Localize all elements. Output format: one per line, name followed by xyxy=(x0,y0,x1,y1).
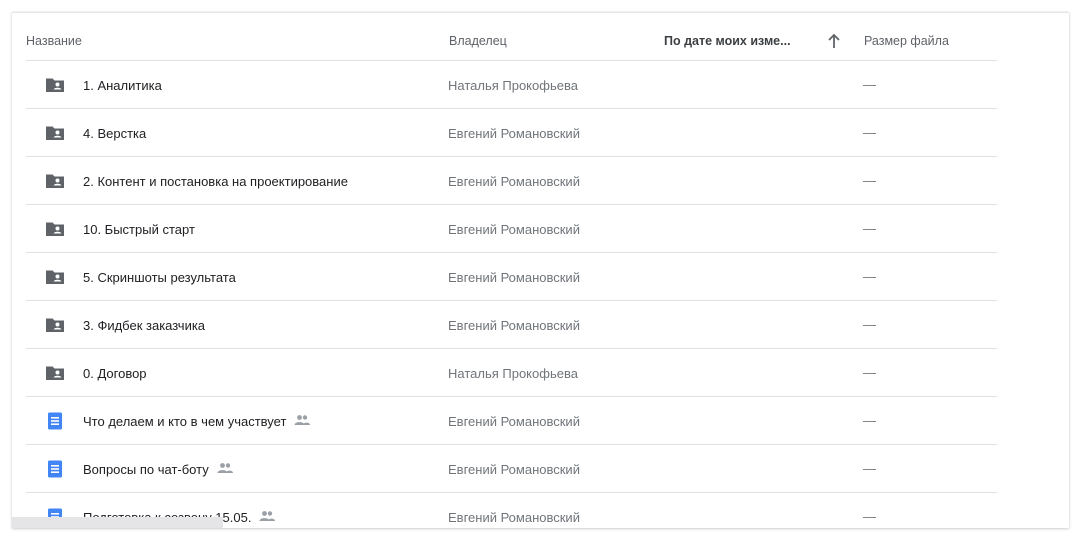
file-list-panel: Название Владелец По дате моих изме... Р… xyxy=(12,12,1069,528)
shared-folder-icon xyxy=(45,363,65,383)
file-row[interactable]: 0. Договор Наталья Прокофьева — xyxy=(26,349,997,397)
file-name[interactable]: 3. Фидбек заказчика xyxy=(83,318,205,333)
file-row[interactable]: Вопросы по чат-боту Евгений Романовский — xyxy=(26,445,997,493)
file-owner: Евгений Романовский xyxy=(448,126,580,141)
shared-people-icon xyxy=(258,507,276,525)
file-name[interactable]: 4. Верстка xyxy=(83,126,146,141)
column-header-size[interactable]: Размер файла xyxy=(864,34,949,48)
file-name[interactable]: 1. Аналитика xyxy=(83,78,162,93)
file-row[interactable]: 1. Аналитика Наталья Прокофьева — xyxy=(26,61,997,109)
shared-folder-icon xyxy=(45,315,65,335)
file-size: — xyxy=(863,413,876,428)
column-header-owner[interactable]: Владелец xyxy=(449,34,507,48)
file-size: — xyxy=(863,509,876,524)
shared-folder-icon xyxy=(45,267,65,287)
shared-folder-icon xyxy=(45,171,65,191)
file-size: — xyxy=(863,173,876,188)
google-doc-icon xyxy=(45,459,65,479)
file-row[interactable]: 4. Верстка Евгений Романовский — xyxy=(26,109,997,157)
file-owner: Евгений Романовский xyxy=(448,414,580,429)
file-name[interactable]: 5. Скриншоты результата xyxy=(83,270,236,285)
file-size: — xyxy=(863,317,876,332)
file-owner: Евгений Романовский xyxy=(448,510,580,525)
file-owner: Евгений Романовский xyxy=(448,174,580,189)
shared-folder-icon xyxy=(45,219,65,239)
file-row[interactable]: 5. Скриншоты результата Евгений Романовск… xyxy=(26,253,997,301)
column-header-modified[interactable]: По дате моих изме... xyxy=(664,34,791,48)
file-size: — xyxy=(863,221,876,236)
file-owner: Евгений Романовский xyxy=(448,462,580,477)
file-owner: Наталья Прокофьева xyxy=(448,366,578,381)
file-owner: Евгений Романовский xyxy=(448,318,580,333)
file-size: — xyxy=(863,77,876,92)
shared-people-icon xyxy=(216,459,234,477)
file-name[interactable]: 2. Контент и постановка на проектировани… xyxy=(83,174,348,189)
column-header-name[interactable]: Название xyxy=(26,34,82,48)
file-owner: Наталья Прокофьева xyxy=(448,78,578,93)
file-size: — xyxy=(863,125,876,140)
file-row[interactable]: 10. Быстрый старт Евгений Романовский — xyxy=(26,205,997,253)
file-size: — xyxy=(863,269,876,284)
file-list-header: Название Владелец По дате моих изме... Р… xyxy=(26,12,997,61)
arrow-up-icon[interactable] xyxy=(826,32,842,50)
file-row[interactable]: 2. Контент и постановка на проектировани… xyxy=(26,157,997,205)
file-row[interactable]: 3. Фидбек заказчика Евгений Романовский — xyxy=(26,301,997,349)
file-size: — xyxy=(863,461,876,476)
file-size: — xyxy=(863,365,876,380)
google-doc-icon xyxy=(45,411,65,431)
file-owner: Евгений Романовский xyxy=(448,270,580,285)
file-name[interactable]: Что делаем и кто в чем участвует xyxy=(83,414,286,429)
file-name[interactable]: 0. Договор xyxy=(83,366,147,381)
file-list: 1. Аналитика Наталья Прокофьева — 4. Верст… xyxy=(26,61,997,528)
file-row[interactable]: Что делаем и кто в чем участвует Евгений… xyxy=(26,397,997,445)
shared-people-icon xyxy=(293,411,311,429)
file-name[interactable]: Вопросы по чат-боту xyxy=(83,462,209,477)
file-name[interactable]: 10. Быстрый старт xyxy=(83,222,195,237)
shared-folder-icon xyxy=(45,75,65,95)
file-owner: Евгений Романовский xyxy=(448,222,580,237)
horizontal-scrollbar[interactable] xyxy=(12,517,223,528)
shared-folder-icon xyxy=(45,123,65,143)
